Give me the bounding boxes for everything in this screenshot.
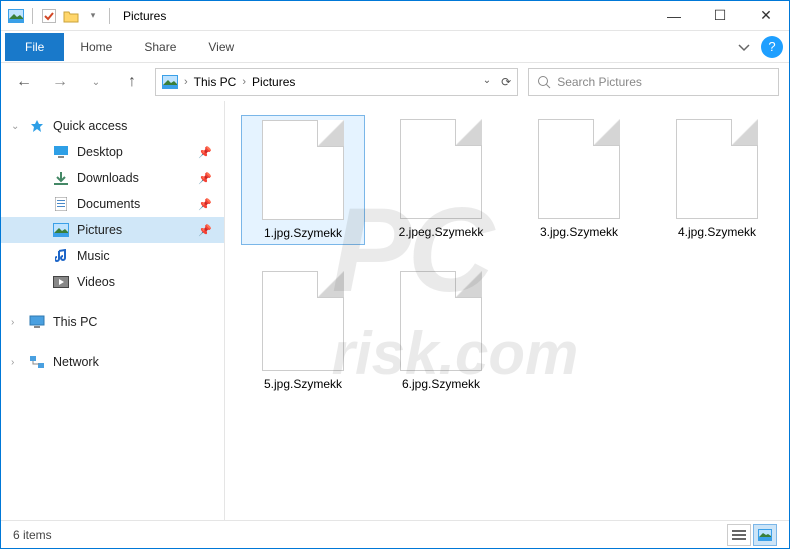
sidebar-quick-access[interactable]: ⌄ Quick access	[1, 113, 224, 139]
file-item[interactable]: 1.jpg.Szymekk	[241, 115, 365, 245]
title-bar: ▾ Pictures — ☐ ✕	[1, 1, 789, 31]
sidebar-item-music[interactable]: Music	[1, 243, 224, 269]
sidebar-network[interactable]: › Network	[1, 349, 224, 375]
sidebar-item-label: Downloads	[77, 171, 139, 185]
file-item[interactable]: 6.jpg.Szymekk	[379, 267, 503, 395]
chevron-down-icon[interactable]: ⌄	[11, 121, 19, 132]
desktop-icon	[53, 144, 69, 160]
file-thumbnail-icon	[262, 271, 344, 371]
tab-view[interactable]: View	[192, 33, 250, 61]
sidebar-item-documents[interactable]: Documents 📌	[1, 191, 224, 217]
file-item[interactable]: 4.jpg.Szymekk	[655, 115, 779, 245]
sidebar-item-downloads[interactable]: Downloads 📌	[1, 165, 224, 191]
sidebar-item-label: Videos	[77, 275, 115, 289]
recent-dropdown-icon[interactable]: ⌄	[83, 69, 109, 95]
tab-share[interactable]: Share	[128, 33, 192, 61]
file-thumbnail-icon	[538, 119, 620, 219]
qat-folder-icon[interactable]	[62, 8, 80, 24]
file-name-label: 4.jpg.Szymekk	[678, 225, 756, 239]
sidebar-item-label: Pictures	[77, 223, 122, 237]
file-thumbnail-icon	[400, 271, 482, 371]
minimize-button[interactable]: —	[651, 1, 697, 31]
status-bar: 6 items	[1, 520, 789, 548]
file-tab[interactable]: File	[5, 33, 64, 61]
sidebar-item-label: Desktop	[77, 145, 123, 159]
file-name-label: 5.jpg.Szymekk	[264, 377, 342, 391]
breadcrumb-pictures[interactable]: Pictures	[252, 75, 295, 89]
search-icon	[537, 75, 551, 89]
app-icon	[7, 8, 25, 24]
sidebar-this-pc[interactable]: › This PC	[1, 309, 224, 335]
search-input[interactable]: Search Pictures	[528, 68, 779, 96]
downloads-icon	[53, 170, 69, 186]
file-name-label: 6.jpg.Szymekk	[402, 377, 480, 391]
network-icon	[29, 354, 45, 370]
file-name-label: 3.jpg.Szymekk	[540, 225, 618, 239]
sidebar-item-label: Network	[53, 355, 99, 369]
pin-icon: 📌	[198, 224, 212, 237]
collapse-ribbon-icon[interactable]	[727, 41, 761, 53]
computer-icon	[29, 314, 45, 330]
sidebar-item-label: Documents	[77, 197, 140, 211]
back-button[interactable]: ←	[11, 69, 37, 95]
chevron-right-icon[interactable]: ›	[242, 76, 246, 88]
nav-bar: ← → ⌄ ↑ › This PC › Pictures ⌄ ⟳ Search …	[1, 63, 789, 101]
address-dropdown-icon[interactable]: ⌄	[483, 75, 491, 89]
file-list-area[interactable]: 1.jpg.Szymekk 2.jpeg.Szymekk 3.jpg.Szymekk…	[225, 101, 789, 522]
close-button[interactable]: ✕	[743, 1, 789, 31]
sidebar-item-label: Quick access	[53, 119, 127, 133]
pin-icon: 📌	[198, 172, 212, 185]
pin-icon: 📌	[198, 146, 212, 159]
file-thumbnail-icon	[400, 119, 482, 219]
file-item[interactable]: 2.jpeg.Szymekk	[379, 115, 503, 245]
chevron-right-icon[interactable]: ›	[11, 357, 14, 368]
refresh-button[interactable]: ⟳	[501, 75, 511, 89]
maximize-button[interactable]: ☐	[697, 1, 743, 31]
file-thumbnail-icon	[676, 119, 758, 219]
ribbon-tabs: File Home Share View ?	[1, 31, 789, 63]
sidebar-item-label: This PC	[53, 315, 97, 329]
chevron-right-icon[interactable]: ›	[11, 317, 14, 328]
properties-checkbox-icon[interactable]	[40, 8, 58, 24]
thumbnails-view-button[interactable]	[753, 524, 777, 546]
qat-dropdown-icon[interactable]: ▾	[84, 8, 102, 24]
star-icon	[29, 118, 45, 134]
file-item[interactable]: 5.jpg.Szymekk	[241, 267, 365, 395]
breadcrumb-this-pc[interactable]: This PC	[194, 75, 237, 89]
address-bar[interactable]: › This PC › Pictures ⌄ ⟳	[155, 68, 518, 96]
forward-button[interactable]: →	[47, 69, 73, 95]
status-item-count: 6 items	[13, 528, 52, 542]
chevron-right-icon[interactable]: ›	[184, 76, 188, 88]
sidebar-item-desktop[interactable]: Desktop 📌	[1, 139, 224, 165]
sidebar-item-pictures[interactable]: Pictures 📌	[1, 217, 224, 243]
file-item[interactable]: 3.jpg.Szymekk	[517, 115, 641, 245]
help-button[interactable]: ?	[761, 36, 783, 58]
music-icon	[53, 248, 69, 264]
sidebar-item-videos[interactable]: Videos	[1, 269, 224, 295]
pictures-icon	[53, 222, 69, 238]
up-button[interactable]: ↑	[119, 69, 145, 95]
sidebar-item-label: Music	[77, 249, 110, 263]
file-thumbnail-icon	[262, 120, 344, 220]
videos-icon	[53, 274, 69, 290]
details-view-button[interactable]	[727, 524, 751, 546]
file-name-label: 2.jpeg.Szymekk	[399, 225, 484, 239]
pin-icon: 📌	[198, 198, 212, 211]
documents-icon	[53, 196, 69, 212]
tab-home[interactable]: Home	[64, 33, 128, 61]
window-title: Pictures	[123, 9, 166, 23]
navigation-pane: ⌄ Quick access Desktop📌Downloads📌Documen…	[1, 101, 225, 522]
search-placeholder: Search Pictures	[557, 75, 642, 89]
file-name-label: 1.jpg.Szymekk	[264, 226, 342, 240]
location-pictures-icon	[162, 74, 178, 90]
